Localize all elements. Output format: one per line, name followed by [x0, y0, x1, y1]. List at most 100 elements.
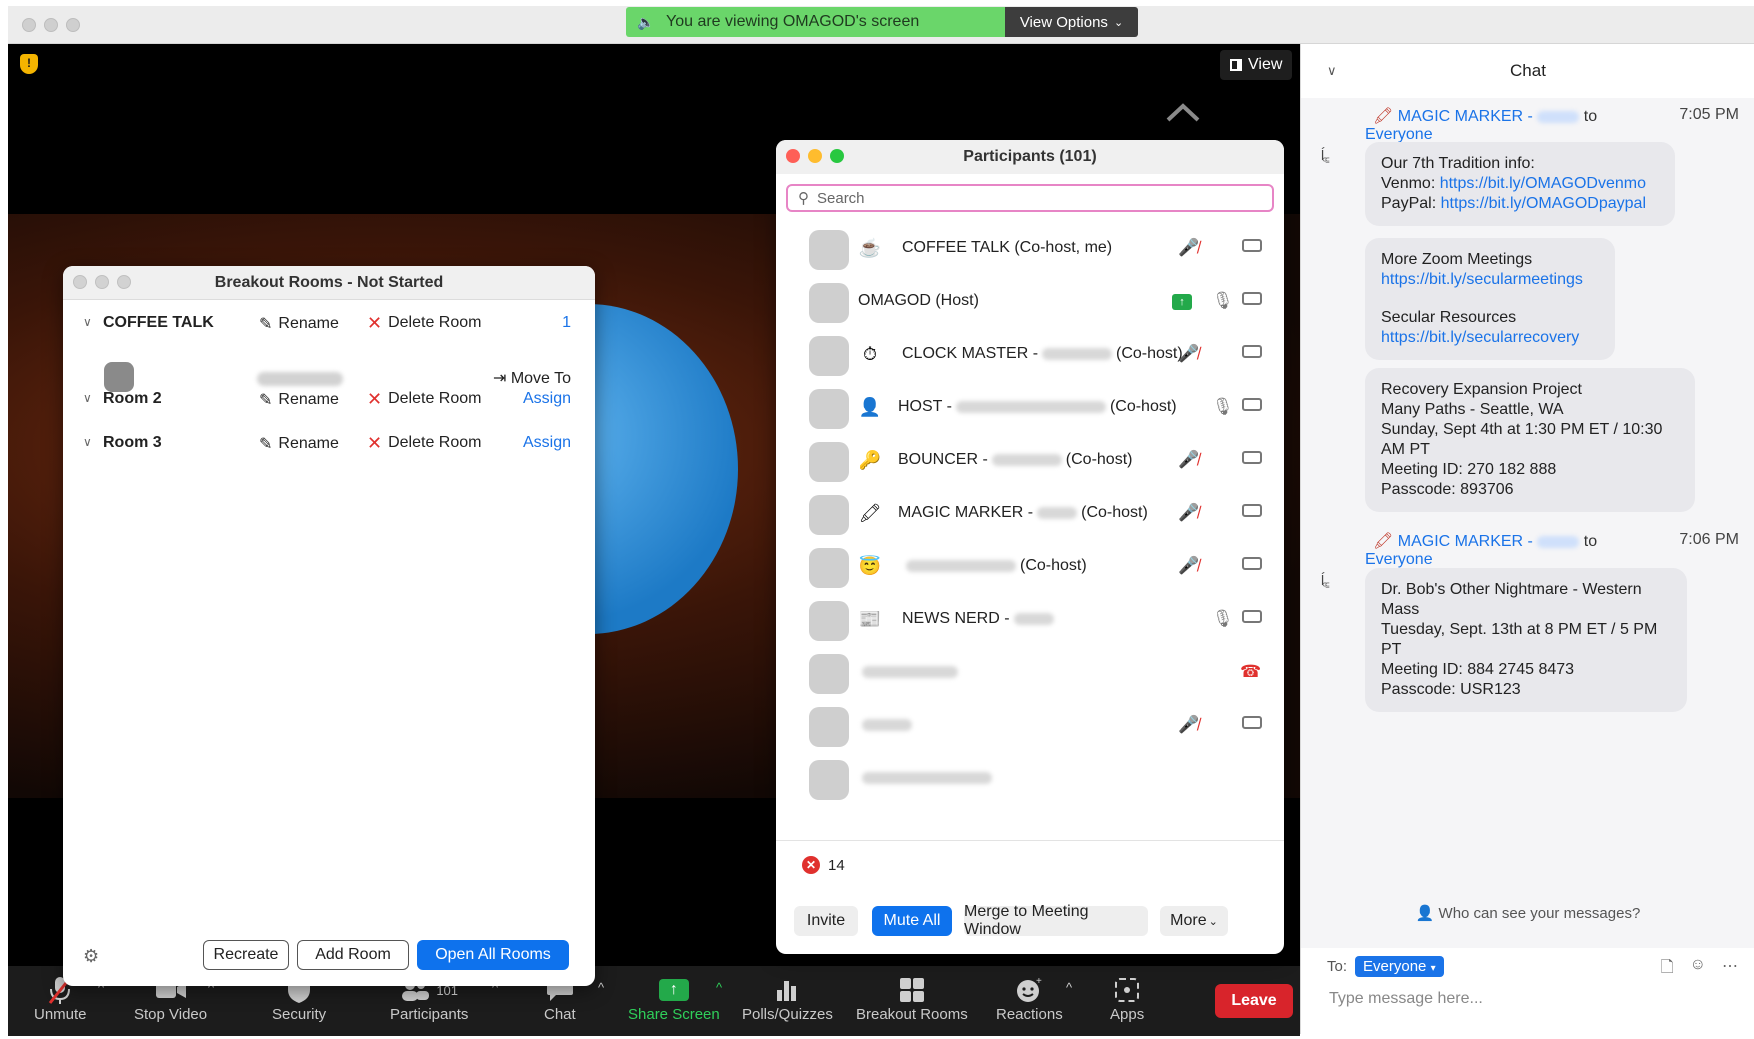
merge-to-meeting-window-button[interactable]: Merge to Meeting Window	[964, 903, 1148, 938]
muted-mic-icon[interactable]: 🎤̸	[1178, 238, 1199, 258]
message-text: Venmo:	[1381, 175, 1440, 192]
video-off-icon[interactable]	[1242, 239, 1262, 252]
participant-row[interactable]: 🔑 BOUNCER - (Co-host) 🎤̸	[776, 432, 1284, 491]
breakout-minimize-button[interactable]	[95, 275, 109, 289]
breakout-maximize-button[interactable]	[117, 275, 131, 289]
participants-maximize-button[interactable]	[830, 149, 844, 163]
rename-room-button[interactable]: ✎ Rename	[259, 434, 339, 454]
chevron-down-icon[interactable]: ∨	[83, 315, 92, 329]
participant-row[interactable]: 🎤̸	[776, 697, 1284, 756]
more-label: More	[1170, 912, 1207, 929]
recreate-button[interactable]: Recreate	[203, 940, 289, 970]
security-shield-icon[interactable]: !	[20, 54, 38, 74]
view-grid-icon	[1230, 59, 1242, 71]
share-options-caret-icon[interactable]: ^	[716, 980, 722, 995]
collapse-up-icon[interactable]	[1166, 102, 1200, 122]
muted-mic-icon[interactable]: ☎	[1240, 662, 1261, 682]
chevron-down-icon[interactable]: ∨	[83, 391, 92, 405]
participant-name	[858, 769, 996, 787]
view-options-button[interactable]: View Options ⌄	[1005, 7, 1138, 37]
chevron-down-icon[interactable]: ∨	[1327, 54, 1337, 88]
apps-button[interactable]: Apps	[1110, 974, 1144, 1023]
chat-message-input[interactable]: Type message here...	[1329, 990, 1483, 1008]
minimize-window-button[interactable]	[44, 18, 58, 32]
muted-mic-icon[interactable]: 🎤̸	[1178, 503, 1199, 523]
chat-label: Chat	[544, 1006, 576, 1023]
secular-recovery-link[interactable]: https://bit.ly/secularrecovery	[1381, 328, 1599, 348]
secular-meetings-link[interactable]: https://bit.ly/secularmeetings	[1381, 270, 1599, 290]
mic-icon[interactable]: 🎙	[1212, 291, 1234, 311]
delete-room-button[interactable]: ✕ Delete Room	[367, 434, 481, 452]
video-off-icon[interactable]	[1242, 451, 1262, 464]
participant-row[interactable]: ☎	[776, 644, 1284, 703]
participant-row[interactable]: ☕ COFFEE TALK (Co-host, me) 🎤̸	[776, 220, 1284, 279]
leave-button[interactable]: Leave	[1215, 984, 1293, 1018]
participant-search-input[interactable]: ⚲ Search	[786, 184, 1274, 212]
person-icon: 👤	[858, 397, 882, 417]
video-off-icon[interactable]	[1242, 610, 1262, 623]
file-icon[interactable]: 🗋	[1661, 956, 1674, 983]
more-button[interactable]: More ⌄	[1160, 906, 1228, 936]
more-options-icon[interactable]: ⋯	[1722, 956, 1738, 983]
view-button[interactable]: View	[1220, 50, 1293, 80]
chevron-down-icon[interactable]: ∨	[83, 435, 92, 449]
delete-room-button[interactable]: ✕ Delete Room	[367, 314, 481, 332]
participants-close-button[interactable]	[786, 149, 800, 163]
assign-button[interactable]: Assign	[523, 390, 571, 408]
sender-name[interactable]: MAGIC MARKER -	[1398, 533, 1533, 550]
venmo-link[interactable]: https://bit.ly/OMAGODvenmo	[1440, 175, 1646, 192]
delete-label: Delete Room	[388, 314, 482, 331]
close-window-button[interactable]	[22, 18, 36, 32]
muted-mic-icon[interactable]: 🎤̸	[1178, 344, 1199, 364]
chat-panel: ∨ Chat 🖍 MAGIC MARKER - to Everyone 7:05…	[1300, 44, 1754, 1034]
mic-icon[interactable]: 🎙	[1212, 609, 1234, 629]
invite-button[interactable]: Invite	[794, 906, 858, 936]
blurred-name	[955, 400, 1106, 413]
participant-row[interactable]	[776, 750, 1284, 809]
video-off-icon[interactable]	[1242, 292, 1262, 305]
breakout-rooms-button[interactable]: Breakout Rooms	[856, 974, 968, 1023]
muted-mic-icon[interactable]: 🎤̸	[1178, 556, 1199, 576]
mute-all-button[interactable]: Mute All	[872, 906, 952, 936]
emoji-icon[interactable]: ☺	[1690, 956, 1706, 983]
video-off-icon[interactable]	[1242, 398, 1262, 411]
participant-row[interactable]: 👤 HOST - (Co-host) 🎙	[776, 379, 1284, 438]
video-off-icon[interactable]	[1242, 557, 1262, 570]
video-off-icon[interactable]	[1242, 716, 1262, 729]
delete-room-button[interactable]: ✕ Delete Room	[367, 390, 481, 408]
assign-button[interactable]: Assign	[523, 434, 571, 452]
video-off-icon[interactable]	[1242, 345, 1262, 358]
open-all-rooms-button[interactable]: Open All Rooms	[417, 940, 569, 970]
message-recipient[interactable]: Everyone	[1365, 551, 1433, 569]
crayon-icon: 🖍	[858, 503, 882, 523]
paypal-link[interactable]: https://bit.ly/OMAGODpaypal	[1441, 195, 1646, 212]
chat-options-caret-icon[interactable]: ^	[598, 980, 604, 995]
participant-row[interactable]: ⏱ CLOCK MASTER - (Co-host) 🎤̸	[776, 326, 1284, 385]
muted-mic-icon[interactable]: 🎤̸	[1178, 450, 1199, 470]
participant-row[interactable]: OMAGOD (Host) ↑ 🎙	[776, 273, 1284, 332]
who-can-see-link[interactable]: 👤 Who can see your messages?	[1301, 904, 1754, 922]
message-line: Passcode: USR123	[1381, 681, 1521, 698]
reactions-options-caret-icon[interactable]: ^	[1066, 980, 1072, 995]
participant-row[interactable]: 🖍 MAGIC MARKER - (Co-host) 🎤̸	[776, 485, 1284, 544]
gear-icon[interactable]: ⚙	[83, 946, 99, 967]
message-line: AM PT	[1381, 441, 1430, 458]
muted-mic-icon[interactable]: 🎤̸	[1178, 715, 1199, 735]
breakout-close-button[interactable]	[73, 275, 87, 289]
recipient-dropdown[interactable]: Everyone ▾	[1355, 956, 1444, 977]
polls-button[interactable]: Polls/Quizzes	[742, 974, 833, 1023]
reactions-button[interactable]: + Reactions	[996, 974, 1063, 1023]
participants-minimize-button[interactable]	[808, 149, 822, 163]
sender-name[interactable]: MAGIC MARKER -	[1398, 108, 1533, 125]
mic-icon[interactable]: 🎙	[1212, 397, 1234, 417]
participant-row[interactable]: 😇 (Co-host) 🎤̸	[776, 538, 1284, 597]
rename-room-button[interactable]: ✎ Rename	[259, 390, 339, 410]
participant-row[interactable]: 📰 NEWS NERD - 🎙	[776, 591, 1284, 650]
video-off-icon[interactable]	[1242, 504, 1262, 517]
add-room-button[interactable]: Add Room	[297, 940, 409, 970]
share-screen-button[interactable]: ↑ Share Screen	[628, 974, 720, 1023]
breakout-grid-icon	[899, 974, 925, 1006]
rename-room-button[interactable]: ✎ Rename	[259, 314, 339, 334]
maximize-window-button[interactable]	[66, 18, 80, 32]
stop-video-label: Stop Video	[134, 1006, 208, 1023]
